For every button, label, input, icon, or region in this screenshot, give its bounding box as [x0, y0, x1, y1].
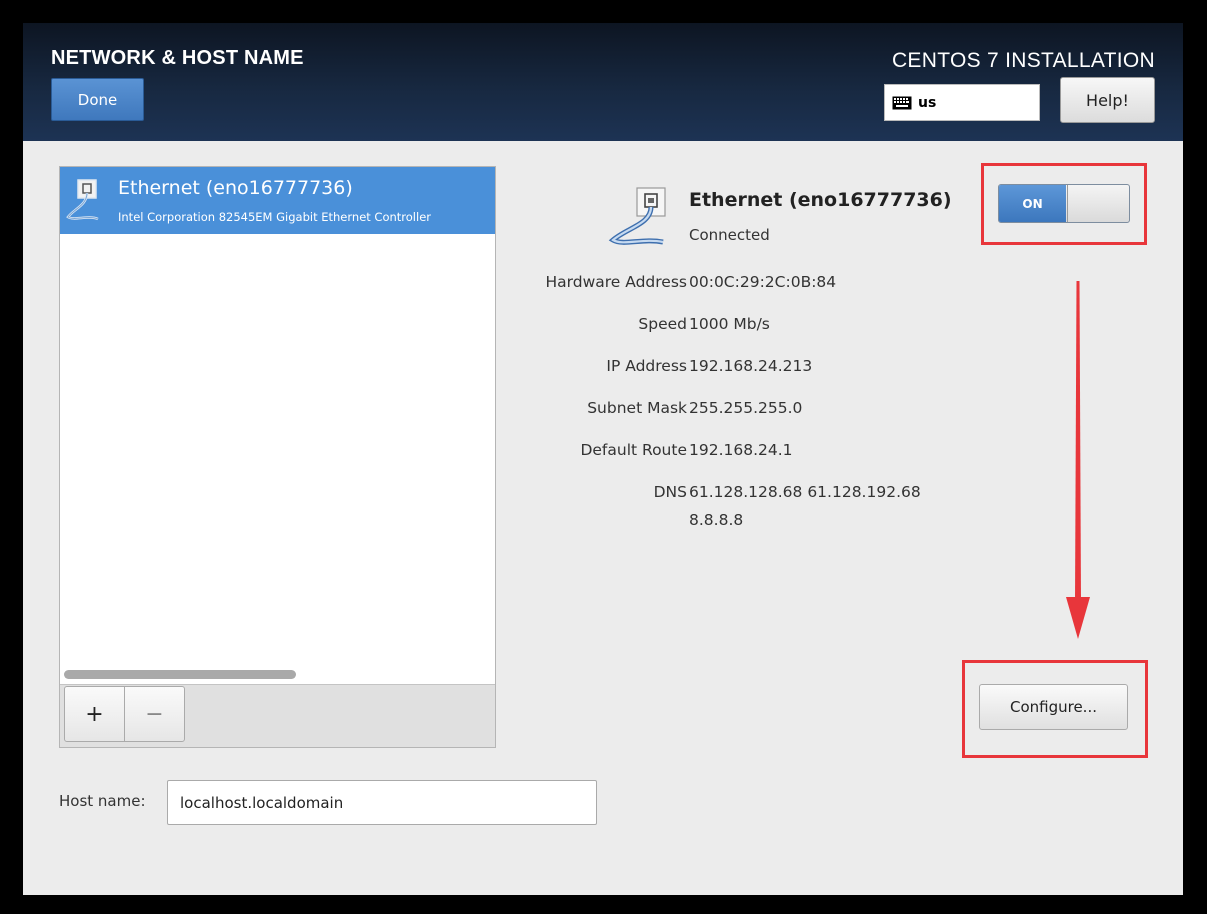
horizontal-scrollbar[interactable]: [64, 670, 296, 679]
annotation-arrow-down-icon: [1066, 281, 1090, 639]
installer-window: NETWORK & HOST NAME Done CENTOS 7 INSTAL…: [23, 23, 1183, 895]
keyboard-layout-indicator[interactable]: us: [884, 84, 1040, 121]
hostname-label: Host name:: [59, 792, 146, 810]
prop-label: DNS: [653, 483, 687, 501]
keyboard-layout-label: us: [918, 94, 937, 111]
prop-value: 255.255.255.0: [689, 399, 803, 417]
device-detail-name: Ethernet (eno16777736): [689, 189, 952, 211]
dns-secondary-value: 8.8.8.8: [689, 511, 744, 529]
prop-value: 61.128.128.68 61.128.192.68: [689, 483, 921, 501]
annotation-highlight-configure: [962, 660, 1148, 758]
device-list-toolbar: + −: [60, 684, 495, 747]
subnet-mask-row: Subnet Mask 255.255.255.0: [443, 399, 1003, 419]
page-title: NETWORK & HOST NAME: [51, 47, 304, 69]
remove-device-button[interactable]: −: [124, 686, 185, 742]
prop-value: 192.168.24.213: [689, 357, 813, 375]
add-device-button[interactable]: +: [64, 686, 125, 742]
keyboard-icon: [892, 96, 912, 109]
prop-label: IP Address: [606, 357, 687, 375]
prop-label: Default Route: [580, 441, 687, 459]
annotation-highlight-toggle: [981, 163, 1147, 245]
done-button[interactable]: Done: [51, 78, 144, 121]
hostname-input[interactable]: [167, 780, 597, 825]
prop-label: Speed: [638, 315, 687, 333]
prop-value: 1000 Mb/s: [689, 315, 770, 333]
device-name: Ethernet (eno16777736): [118, 177, 353, 199]
header-bar: NETWORK & HOST NAME Done CENTOS 7 INSTAL…: [23, 23, 1183, 141]
connection-status: Connected: [689, 226, 770, 244]
network-device-list: Ethernet (eno16777736) Intel Corporation…: [59, 166, 496, 748]
prop-label: Hardware Address: [545, 273, 688, 291]
ethernet-icon: [66, 179, 99, 221]
prop-label: Subnet Mask: [587, 399, 687, 417]
dns-row: DNS 61.128.128.68 61.128.192.68: [443, 483, 1003, 503]
help-button[interactable]: Help!: [1060, 77, 1155, 123]
hardware-address-row: Hardware Address 00:0C:29:2C:0B:84: [443, 273, 1003, 293]
device-list-item[interactable]: Ethernet (eno16777736) Intel Corporation…: [60, 167, 495, 234]
installer-title: CENTOS 7 INSTALLATION: [891, 49, 1155, 72]
prop-value: 00:0C:29:2C:0B:84: [689, 273, 837, 291]
ip-address-row: IP Address 192.168.24.213: [443, 357, 1003, 377]
ethernet-large-icon: [608, 187, 666, 245]
prop-value: 192.168.24.1: [689, 441, 793, 459]
default-route-row: Default Route 192.168.24.1: [443, 441, 1003, 461]
device-description: Intel Corporation 82545EM Gigabit Ethern…: [118, 210, 432, 224]
speed-row: Speed 1000 Mb/s: [443, 315, 1003, 335]
